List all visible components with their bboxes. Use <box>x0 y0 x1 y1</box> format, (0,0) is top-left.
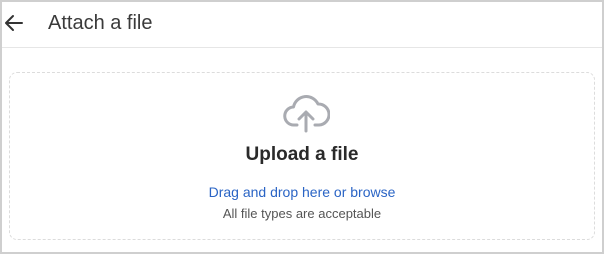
cloud-upload-icon <box>283 95 330 133</box>
upload-title: Upload a file <box>245 144 359 165</box>
file-dropzone[interactable]: Upload a file Drag and drop here or brow… <box>9 72 595 240</box>
file-types-note: All file types are acceptable <box>222 206 382 221</box>
attach-file-panel: Attach a file Upload a file Drag and dro… <box>0 0 604 254</box>
back-button[interactable] <box>2 10 26 36</box>
browse-link[interactable]: Drag and drop here or browse <box>10 183 594 201</box>
arrow-left-icon <box>5 15 23 31</box>
page-title: Attach a file <box>48 12 153 34</box>
panel-header: Attach a file <box>2 2 602 48</box>
